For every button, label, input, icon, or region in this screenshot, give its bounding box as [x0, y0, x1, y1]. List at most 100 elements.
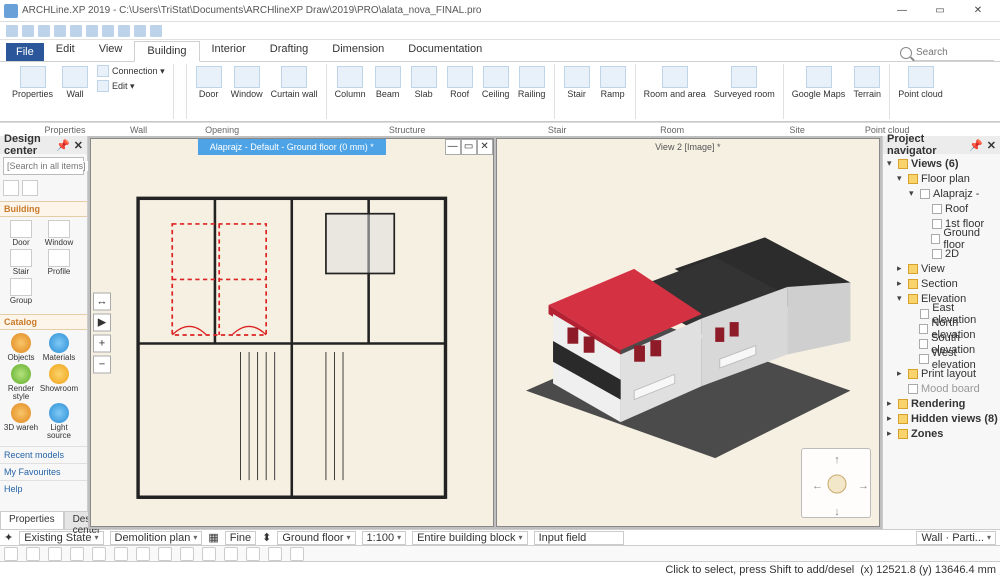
dc-search[interactable]: 🔍 — [3, 157, 84, 175]
dc-item-materials[interactable]: Materials — [41, 333, 77, 362]
pin-icon[interactable]: 📌 — [56, 139, 70, 152]
qa-icon[interactable] — [118, 25, 130, 37]
nav-pad[interactable]: ↑ ↓ ← → — [801, 448, 871, 518]
qa-icon[interactable] — [22, 25, 34, 37]
tree-node[interactable]: ▸View — [885, 261, 998, 276]
dc-item-3d-wareh[interactable]: 3D wareh — [3, 403, 39, 440]
section-catalog[interactable]: Catalog — [0, 314, 87, 330]
close-button[interactable]: ✕ — [960, 2, 996, 20]
phase-icon[interactable]: ✦ — [4, 531, 13, 544]
tree-node[interactable]: ▸Zones — [885, 426, 998, 441]
tool-icon[interactable] — [158, 547, 172, 561]
tool-icon[interactable] — [48, 547, 62, 561]
ribbon-window[interactable]: Window — [229, 64, 265, 101]
tool-icon[interactable] — [202, 547, 216, 561]
ribbon-ramp[interactable]: Ramp — [597, 64, 629, 101]
ribbon-railing[interactable]: Railing — [516, 64, 548, 101]
tab-dimension[interactable]: Dimension — [320, 40, 396, 61]
tool-icon[interactable] — [4, 547, 18, 561]
tool-icon[interactable] — [70, 547, 84, 561]
qa-icon[interactable] — [6, 25, 18, 37]
tab-view[interactable]: View — [87, 40, 135, 61]
qa-icon[interactable] — [86, 25, 98, 37]
tool-icon[interactable] — [224, 547, 238, 561]
plan-dropdown[interactable]: Demolition plan — [110, 531, 203, 545]
tab-drafting[interactable]: Drafting — [258, 40, 321, 61]
qa-icon[interactable] — [102, 25, 114, 37]
tool-icon[interactable] — [114, 547, 128, 561]
tab-documentation[interactable]: Documentation — [396, 40, 494, 61]
viewport-floorplan[interactable]: Alaprajz - Default - Ground floor (0 mm)… — [90, 138, 494, 527]
tool-icon[interactable] — [180, 547, 194, 561]
dc-item-door[interactable]: Door — [3, 220, 39, 247]
ribbon-google-maps[interactable]: Google Maps — [790, 64, 848, 101]
tab-file[interactable]: File — [6, 43, 44, 61]
wall-style[interactable]: Wall · Parti... — [916, 531, 996, 545]
tool-icon[interactable] — [290, 547, 304, 561]
ribbon-slab[interactable]: Slab — [408, 64, 440, 101]
floor-icon[interactable]: ⬍ — [262, 531, 271, 544]
ribbon-point-cloud[interactable]: Point cloud — [896, 64, 945, 101]
floorplan-drawing[interactable] — [121, 169, 463, 518]
tool-pan-icon[interactable]: ↔ — [93, 292, 111, 310]
ribbon-ceiling[interactable]: Ceiling — [480, 64, 512, 101]
close-icon[interactable]: ✕ — [74, 139, 83, 152]
dc-item-objects[interactable]: Objects — [3, 333, 39, 362]
dc-item-light-source[interactable]: Light source — [41, 403, 77, 440]
dc-fav[interactable]: My Favourites — [0, 463, 87, 480]
dc-item-stair[interactable]: Stair — [3, 249, 39, 276]
tree-node[interactable]: ▾Alaprajz - — [885, 186, 998, 201]
vp-min-icon[interactable]: — — [445, 139, 461, 155]
qa-icon[interactable] — [134, 25, 146, 37]
tab-edit[interactable]: Edit — [44, 40, 87, 61]
floor-dropdown[interactable]: Ground floor — [277, 531, 355, 545]
tree-node[interactable]: Mood board — [885, 381, 998, 396]
tool-zoomin-icon[interactable]: + — [93, 334, 111, 352]
ribbon-column[interactable]: Column — [333, 64, 368, 101]
tree-node[interactable]: West elevation — [885, 351, 998, 366]
qa-icon[interactable] — [150, 25, 162, 37]
dc-help[interactable]: Help — [0, 480, 87, 497]
tool-arrow-icon[interactable]: ▶ — [93, 313, 111, 331]
dc-item-group[interactable]: Group — [3, 278, 39, 305]
ribbon-wall[interactable]: Wall — [59, 64, 91, 101]
qa-icon[interactable] — [54, 25, 66, 37]
folder-icon[interactable] — [22, 180, 38, 196]
home-icon[interactable] — [3, 180, 19, 196]
ribbon-terrain[interactable]: Terrain — [851, 64, 883, 101]
tab-interior[interactable]: Interior — [200, 40, 258, 61]
qa-icon[interactable] — [38, 25, 50, 37]
tool-icon[interactable] — [268, 547, 282, 561]
ribbon-properties[interactable]: Properties — [10, 64, 55, 101]
search-input[interactable] — [914, 45, 994, 61]
pin-icon[interactable]: 📌 — [969, 139, 983, 152]
vp-close-icon[interactable]: ✕ — [477, 139, 493, 155]
tree-node[interactable]: Roof — [885, 201, 998, 216]
close-icon[interactable]: ✕ — [987, 139, 996, 152]
tree-node[interactable]: ▸Rendering — [885, 396, 998, 411]
ribbon-connection[interactable]: Connection ▾ — [95, 64, 167, 78]
ribbon-beam[interactable]: Beam — [372, 64, 404, 101]
viewport-3d[interactable]: View 2 [Image] * — [496, 138, 880, 527]
btab-properties[interactable]: Properties — [0, 511, 64, 529]
tool-icon[interactable] — [136, 547, 150, 561]
ribbon-room-and-area[interactable]: Room and area — [642, 64, 708, 101]
section-building[interactable]: Building — [0, 201, 87, 217]
tool-zoomout-icon[interactable]: − — [93, 355, 111, 373]
scale-dropdown[interactable]: 1:100 — [362, 531, 407, 545]
tool-icon[interactable] — [92, 547, 106, 561]
dc-item-showroom[interactable]: Showroom — [41, 364, 77, 401]
grid-icon[interactable]: ▦ — [208, 531, 218, 544]
ribbon-stair[interactable]: Stair — [561, 64, 593, 101]
input-field[interactable]: Input field — [534, 531, 624, 545]
tree-node[interactable]: ▾Views (6) — [885, 156, 998, 171]
ribbon-curtain-wall[interactable]: Curtain wall — [269, 64, 320, 101]
ribbon-roof[interactable]: Roof — [444, 64, 476, 101]
tool-icon[interactable] — [246, 547, 260, 561]
tree-node[interactable]: ▸Section — [885, 276, 998, 291]
ribbon-edit[interactable]: Edit ▾ — [95, 79, 167, 93]
fine-field[interactable]: Fine — [225, 531, 256, 545]
dc-item-render-style[interactable]: Render style — [3, 364, 39, 401]
tab-building[interactable]: Building — [134, 41, 199, 62]
vp-max-icon[interactable]: ▭ — [461, 139, 477, 155]
